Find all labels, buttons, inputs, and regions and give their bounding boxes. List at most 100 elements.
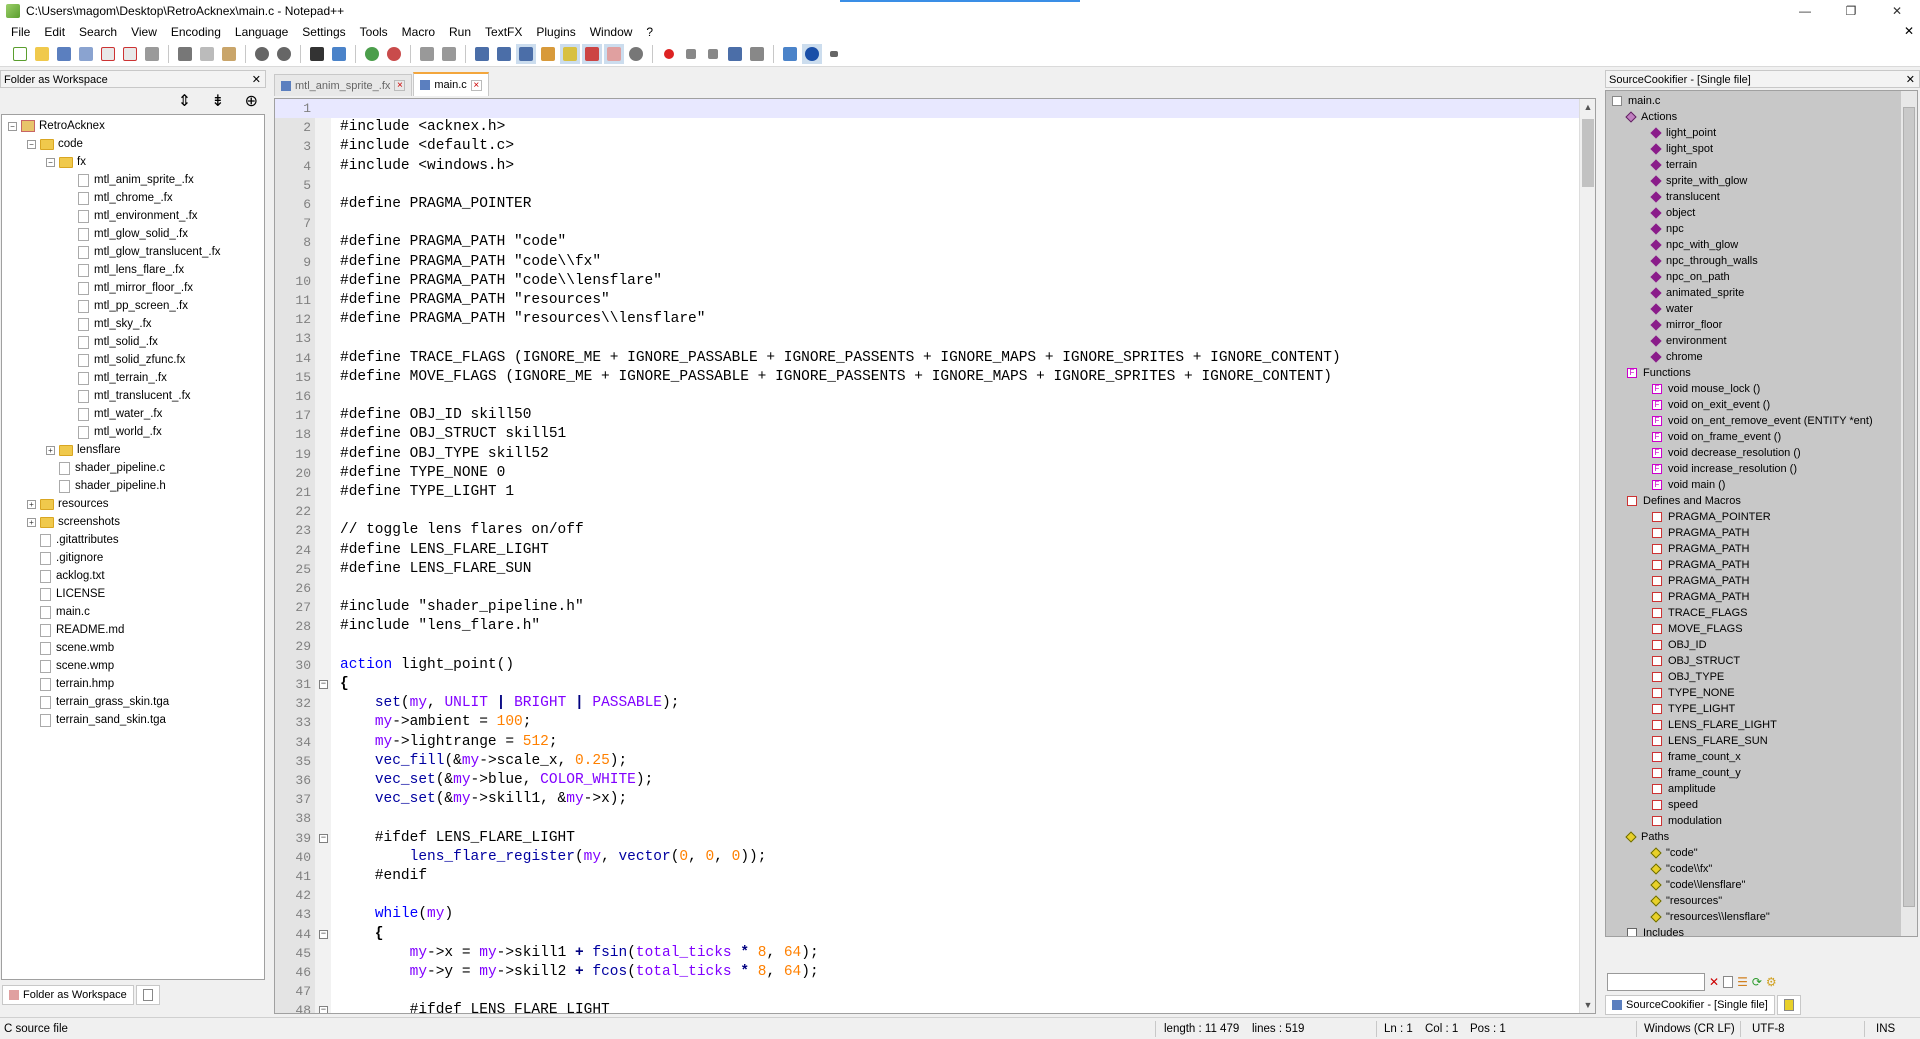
- scroll-down-icon[interactable]: ▼: [1580, 997, 1595, 1013]
- tree-file-item[interactable]: mtl_translucent_.fx: [65, 387, 191, 405]
- symbol-item[interactable]: Fvoid increase_resolution (): [1652, 461, 1797, 477]
- menu-edit[interactable]: Edit: [37, 22, 72, 42]
- run-macro-multiple-button[interactable]: [725, 44, 745, 64]
- code-line[interactable]: 39− #ifdef LENS_FLARE_LIGHT: [275, 829, 1585, 848]
- zoom-in-button[interactable]: [362, 44, 382, 64]
- code-line[interactable]: 11 #define PRAGMA_PATH "resources": [275, 291, 1585, 310]
- code-line[interactable]: 40 lens_flare_register(my, vector(0, 0, …: [275, 848, 1585, 867]
- tree-file-item[interactable]: acklog.txt: [27, 567, 105, 585]
- menu-window[interactable]: Window: [583, 22, 640, 42]
- symbol-item[interactable]: npc_with_glow: [1650, 237, 1738, 253]
- tree-folder-item[interactable]: + lensflare: [46, 441, 120, 459]
- maximize-button[interactable]: ❐: [1828, 0, 1874, 22]
- collapse-toggle-icon[interactable]: −: [27, 139, 36, 149]
- replace-button[interactable]: [329, 44, 349, 64]
- code-line[interactable]: 6 #define PRAGMA_POINTER: [275, 195, 1585, 214]
- tree-folder-item[interactable]: − fx: [46, 153, 86, 171]
- symbol-item[interactable]: PRAGMA_POINTER: [1652, 509, 1771, 525]
- code-line[interactable]: 47: [275, 982, 1585, 1001]
- zoom-out-button[interactable]: [384, 44, 404, 64]
- code-line[interactable]: 32 set(my, UNLIT | BRIGHT | PASSABLE);: [275, 694, 1585, 713]
- code-line[interactable]: 25 #define LENS_FLARE_SUN: [275, 560, 1585, 579]
- symbol-item[interactable]: "resources": [1650, 893, 1722, 909]
- tree-file-item[interactable]: mtl_world_.fx: [65, 423, 162, 441]
- function-list-button[interactable]: [582, 44, 602, 64]
- symbol-item[interactable]: npc_through_walls: [1650, 253, 1758, 269]
- add-root-icon[interactable]: ⊕: [245, 91, 258, 111]
- code-line[interactable]: 22: [275, 502, 1585, 521]
- tree-file-item[interactable]: mtl_terrain_.fx: [65, 369, 167, 387]
- status-eol[interactable]: Windows (CR LF): [1644, 1018, 1735, 1039]
- code-line[interactable]: 24 #define LENS_FLARE_LIGHT: [275, 541, 1585, 560]
- code-line[interactable]: 28 #include "lens_flare.h": [275, 617, 1585, 636]
- menu-search[interactable]: Search: [72, 22, 124, 42]
- list-icon[interactable]: ☰: [1737, 975, 1748, 989]
- expand-toggle-icon[interactable]: +: [27, 499, 36, 509]
- code-line[interactable]: 27 #include "shader_pipeline.h": [275, 598, 1585, 617]
- stop-macro-button[interactable]: [681, 44, 701, 64]
- folder-workspace-button[interactable]: [604, 44, 624, 64]
- tree-file-item[interactable]: terrain_sand_skin.tga: [27, 711, 166, 729]
- symbol-item[interactable]: PRAGMA_PATH: [1652, 525, 1750, 541]
- symbol-item[interactable]: "code\\lensflare": [1650, 877, 1745, 893]
- indent-guide-button[interactable]: [516, 44, 536, 64]
- symbol-item[interactable]: modulation: [1652, 813, 1722, 829]
- symbol-item[interactable]: OBJ_TYPE: [1652, 669, 1724, 685]
- code-line[interactable]: 21 #define TYPE_LIGHT 1: [275, 483, 1585, 502]
- code-line[interactable]: 17 #define OBJ_ID skill50: [275, 406, 1585, 425]
- fold-toggle-icon[interactable]: −: [319, 1006, 328, 1013]
- symbol-item[interactable]: PRAGMA_PATH: [1652, 573, 1750, 589]
- symbol-item[interactable]: terrain: [1650, 157, 1697, 173]
- symbol-item[interactable]: LENS_FLARE_LIGHT: [1652, 717, 1777, 733]
- code-line[interactable]: 7: [275, 214, 1585, 233]
- code-line[interactable]: 20 #define TYPE_NONE 0: [275, 464, 1585, 483]
- tree-file-item[interactable]: shader_pipeline.c: [46, 459, 165, 477]
- symbol-item[interactable]: "code\\fx": [1650, 861, 1712, 877]
- redo-button[interactable]: [274, 44, 294, 64]
- code-line[interactable]: 37 vec_set(&my->skill1, &my->x);: [275, 790, 1585, 809]
- symbol-category[interactable]: Includes: [1627, 925, 1684, 936]
- code-line[interactable]: 46 my->y = my->skill2 + fcos(total_ticks…: [275, 963, 1585, 982]
- menu-settings[interactable]: Settings: [295, 22, 352, 42]
- tree-file-item[interactable]: .gitignore: [27, 549, 103, 567]
- tree-folder-item[interactable]: + screenshots: [27, 513, 120, 531]
- tree-file-item[interactable]: .gitattributes: [27, 531, 119, 549]
- code-line[interactable]: 38: [275, 809, 1585, 828]
- code-line[interactable]: 42: [275, 886, 1585, 905]
- tree-file-item[interactable]: main.c: [27, 603, 90, 621]
- symbol-item[interactable]: light_point: [1650, 125, 1716, 141]
- tree-file-item[interactable]: terrain_grass_skin.tga: [27, 693, 169, 711]
- scroll-thumb[interactable]: [1903, 107, 1915, 907]
- symbol-item[interactable]: OBJ_ID: [1652, 637, 1707, 653]
- symbol-item[interactable]: sprite_with_glow: [1650, 173, 1747, 189]
- code-line[interactable]: 23 // toggle lens flares on/off: [275, 521, 1585, 540]
- symbol-item[interactable]: frame_count_x: [1652, 749, 1741, 765]
- code-line[interactable]: 41 #endif: [275, 867, 1585, 886]
- symbol-item[interactable]: frame_count_y: [1652, 765, 1741, 781]
- tree-file-item[interactable]: mtl_glow_translucent_.fx: [65, 243, 221, 261]
- toolbar-overflow-button[interactable]: [824, 44, 844, 64]
- symbol-item[interactable]: "resources\\lensflare": [1650, 909, 1770, 925]
- cut-button[interactable]: [175, 44, 195, 64]
- fold-toggle-icon[interactable]: −: [319, 929, 328, 939]
- code-line[interactable]: 9 #define PRAGMA_PATH "code\\fx": [275, 253, 1585, 272]
- symbol-item[interactable]: TRACE_FLAGS: [1652, 605, 1747, 621]
- sync-vertical-button[interactable]: [417, 44, 437, 64]
- menu-help[interactable]: ?: [639, 22, 660, 42]
- secondary-panel-tab[interactable]: [1776, 995, 1801, 1015]
- tree-file-item[interactable]: mtl_glow_solid_.fx: [65, 225, 188, 243]
- locate-current-file-icon[interactable]: ⇕: [178, 91, 191, 111]
- symbol-item[interactable]: object: [1650, 205, 1695, 221]
- close-panel-icon[interactable]: ✕: [252, 71, 261, 89]
- refresh-icon[interactable]: ⟳: [1752, 975, 1762, 989]
- find-button[interactable]: [307, 44, 327, 64]
- code-line[interactable]: 12 #define PRAGMA_PATH "resources\\lensfl…: [275, 310, 1585, 329]
- settings-gear-icon[interactable]: ⚙: [1766, 975, 1777, 989]
- undo-button[interactable]: [252, 44, 272, 64]
- tree-file-item[interactable]: LICENSE: [27, 585, 105, 603]
- code-line[interactable]: 43 while(my): [275, 905, 1585, 924]
- symbol-item[interactable]: mirror_floor: [1650, 317, 1722, 333]
- close-document-icon[interactable]: ✕: [1904, 24, 1914, 38]
- close-tab-icon[interactable]: ×: [470, 79, 482, 91]
- code-line[interactable]: 13: [275, 329, 1585, 348]
